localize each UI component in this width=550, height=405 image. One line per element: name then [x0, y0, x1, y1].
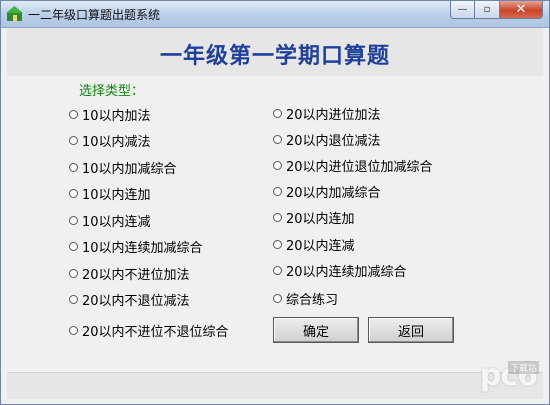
- option-label: 20以内进位加法: [286, 107, 381, 123]
- option-left-9[interactable]: 20以内不进位不退位综合: [69, 321, 229, 340]
- window-controls: — ▫ ✕: [450, 1, 543, 20]
- option-label: 20以内进位退位加减综合: [286, 159, 433, 175]
- close-button[interactable]: ✕: [500, 1, 543, 19]
- option-right-2[interactable]: 20以内退位减法: [273, 130, 381, 149]
- app-window: 一二年级口算题出题系统 — ▫ ✕ 一年级第一学期口算题 选择类型： 10以内加…: [0, 0, 550, 405]
- radio-icon[interactable]: [273, 160, 282, 170]
- footer-band: [7, 372, 543, 399]
- page-title: 一年级第一学期口算题: [159, 43, 390, 69]
- minimize-icon: —: [457, 4, 468, 15]
- option-label: 20以内加减综合: [286, 185, 381, 201]
- radio-icon[interactable]: [69, 294, 78, 304]
- option-right-4[interactable]: 20以内加减综合: [273, 182, 381, 201]
- option-left-4[interactable]: 10以内连加: [69, 184, 151, 203]
- close-icon: ✕: [515, 2, 527, 17]
- option-right-1[interactable]: 20以内进位加法: [273, 104, 381, 123]
- option-label: 10以内连续加减综合: [82, 240, 203, 256]
- radio-icon[interactable]: [69, 241, 78, 251]
- watermark-subtitle: 下载站: [507, 361, 539, 374]
- radio-icon[interactable]: [69, 109, 78, 119]
- radio-icon[interactable]: [273, 239, 282, 249]
- restore-button[interactable]: ▫: [475, 1, 500, 19]
- option-right-8[interactable]: 综合练习: [273, 289, 339, 308]
- option-right-6[interactable]: 20以内连减: [273, 235, 355, 254]
- radio-icon[interactable]: [69, 162, 78, 172]
- radio-icon[interactable]: [273, 108, 282, 118]
- option-label: 20以内退位减法: [286, 133, 381, 149]
- radio-icon[interactable]: [69, 268, 78, 278]
- radio-icon[interactable]: [273, 212, 282, 222]
- option-right-5[interactable]: 20以内连加: [273, 208, 355, 227]
- option-label: 20以内连续加减综合: [286, 264, 407, 280]
- option-label: 10以内连加: [82, 187, 151, 203]
- radio-icon[interactable]: [69, 215, 78, 225]
- option-left-5[interactable]: 10以内连减: [69, 211, 151, 230]
- title-bar[interactable]: 一二年级口算题出题系统 — ▫ ✕: [1, 1, 549, 28]
- window-title: 一二年级口算题出题系统: [28, 8, 161, 22]
- option-label: 20以内不退位减法: [82, 293, 190, 309]
- confirm-button[interactable]: 确定: [273, 317, 359, 343]
- option-left-3[interactable]: 10以内加减综合: [69, 158, 177, 177]
- type-label: 选择类型：: [79, 84, 145, 99]
- back-button[interactable]: 返回: [368, 317, 454, 343]
- option-label: 10以内加减综合: [82, 161, 177, 177]
- option-left-1[interactable]: 10以内加法: [69, 105, 151, 124]
- radio-icon[interactable]: [69, 188, 78, 198]
- restore-icon: ▫: [483, 4, 491, 15]
- option-left-2[interactable]: 10以内减法: [69, 131, 151, 150]
- radio-icon[interactable]: [69, 135, 78, 145]
- options-panel: 选择类型： 10以内加法 10以内减法 10以内加减综合 10以内连加 10以内…: [7, 76, 543, 372]
- header-band: 一年级第一学期口算题: [7, 28, 543, 76]
- radio-icon[interactable]: [69, 325, 78, 335]
- house-icon: [6, 6, 23, 21]
- option-label: 20以内连加: [286, 211, 355, 227]
- option-label: 10以内连减: [82, 214, 151, 230]
- option-label: 综合练习: [286, 292, 339, 308]
- option-left-7[interactable]: 20以内不进位加法: [69, 264, 190, 283]
- option-right-3[interactable]: 20以内进位退位加减综合: [273, 156, 433, 175]
- option-label: 10以内加法: [82, 108, 151, 124]
- minimize-button[interactable]: —: [450, 1, 475, 19]
- radio-icon[interactable]: [273, 134, 282, 144]
- option-label: 10以内减法: [82, 134, 151, 150]
- option-left-6[interactable]: 10以内连续加减综合: [69, 237, 203, 256]
- radio-icon[interactable]: [273, 293, 282, 303]
- option-right-7[interactable]: 20以内连续加减综合: [273, 261, 407, 280]
- radio-icon[interactable]: [273, 186, 282, 196]
- radio-icon[interactable]: [273, 265, 282, 275]
- option-label: 20以内连减: [286, 238, 355, 254]
- option-label: 20以内不进位不退位综合: [82, 324, 229, 340]
- option-label: 20以内不进位加法: [82, 267, 190, 283]
- option-left-8[interactable]: 20以内不退位减法: [69, 290, 190, 309]
